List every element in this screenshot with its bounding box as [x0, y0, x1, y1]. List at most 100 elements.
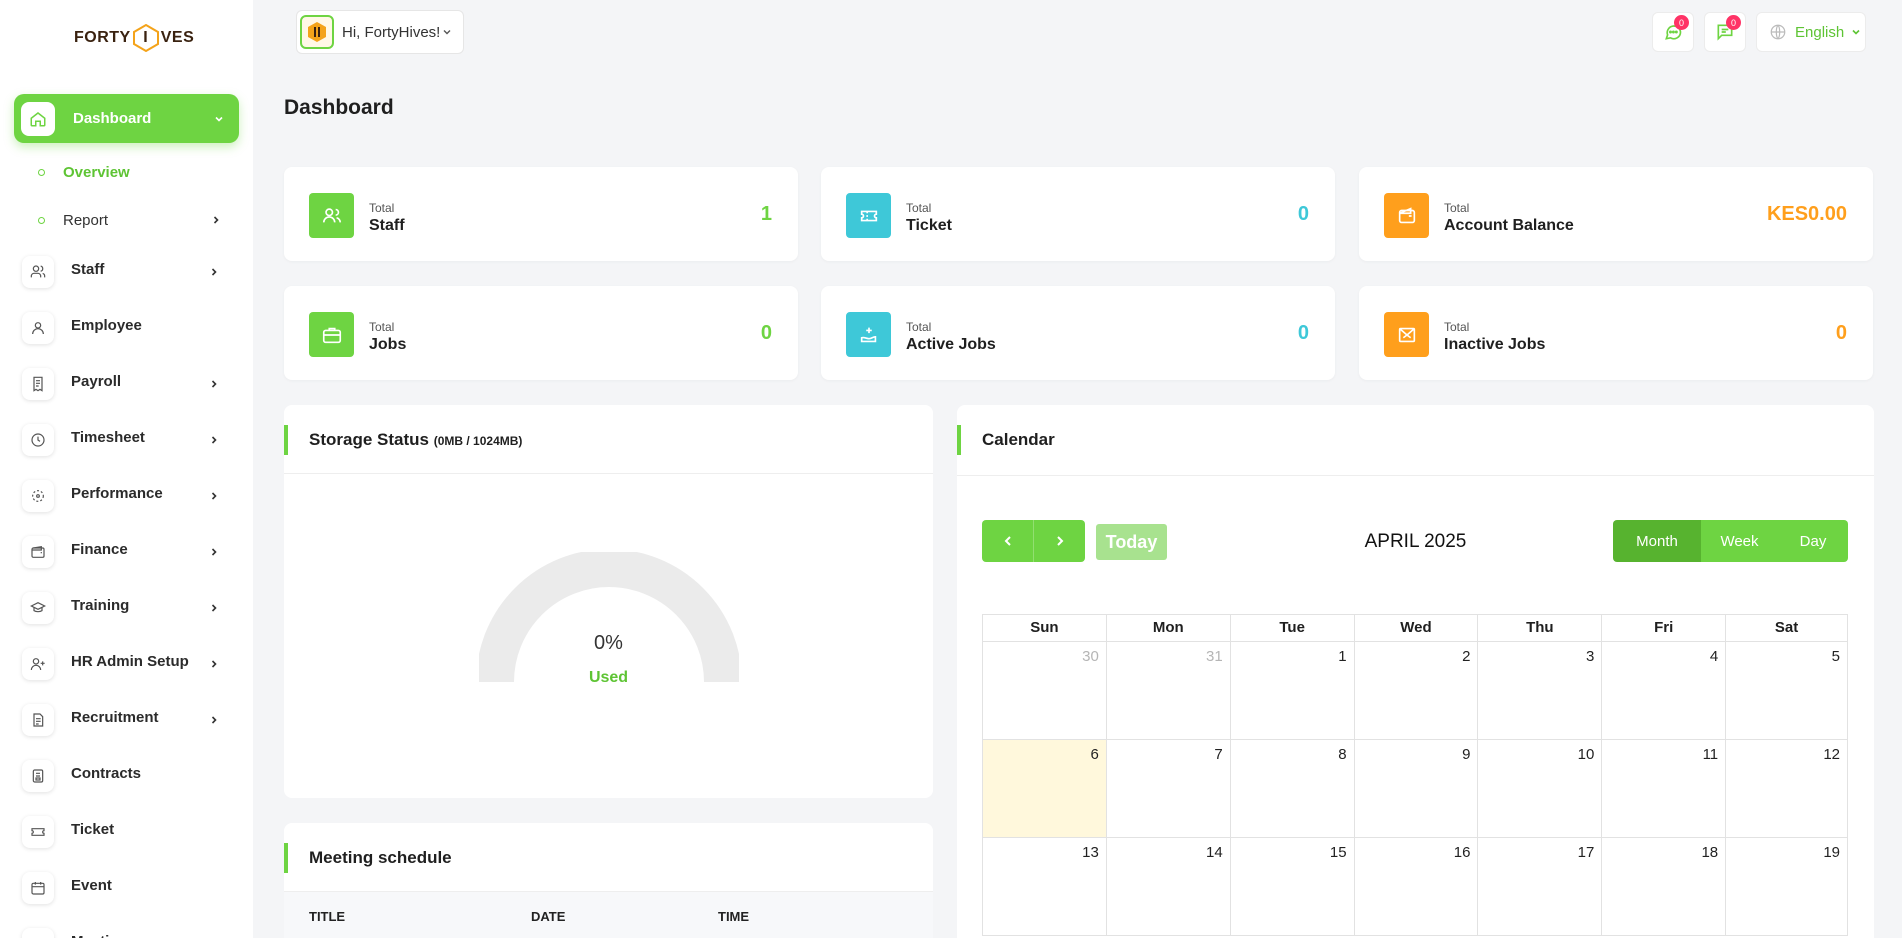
- sidebar-item-training[interactable]: Training: [22, 590, 232, 626]
- calendar-day[interactable]: 2: [1354, 642, 1479, 740]
- stat-card-ticket[interactable]: Total Ticket 0: [821, 167, 1335, 261]
- stat-card-inactive-jobs[interactable]: Total Inactive Jobs 0: [1359, 286, 1873, 380]
- stat-card-staff[interactable]: Total Staff 1: [284, 167, 798, 261]
- stat-value: 1: [760, 203, 772, 225]
- calendar-day[interactable]: 10: [1478, 740, 1603, 838]
- calendar-day[interactable]: 19: [1726, 838, 1849, 936]
- brand-logo[interactable]: FORTY I VES: [74, 20, 194, 56]
- calendar-weekday-row: Sun Mon Tue Wed Thu Fri Sat: [983, 615, 1849, 642]
- view-week-button[interactable]: Week: [1701, 520, 1778, 562]
- stat-icon: [309, 193, 354, 238]
- calendar-view-switcher: Month Week Day: [1613, 520, 1848, 562]
- column-header-date: DATE: [531, 909, 566, 924]
- panel-title: Calendar: [982, 430, 1055, 449]
- chevron-right-icon: [208, 378, 220, 390]
- chat-button[interactable]: 0: [1652, 12, 1694, 52]
- sidebar-item-hr-admin-setup[interactable]: HR Admin Setup: [22, 646, 232, 682]
- sidebar-subitem-label: Report: [63, 211, 109, 229]
- sidebar-item-performance[interactable]: Performance: [22, 478, 232, 514]
- sidebar-item-recruitment[interactable]: Recruitment: [22, 702, 232, 738]
- messages-button[interactable]: 0: [1704, 12, 1746, 52]
- chevron-right-icon: [208, 658, 220, 670]
- calendar-day[interactable]: 4: [1602, 642, 1727, 740]
- panel-header: Calendar: [957, 405, 1874, 476]
- calendar-icon: [22, 872, 54, 904]
- stat-card-active-jobs[interactable]: Total Active Jobs 0: [821, 286, 1335, 380]
- avatar: [300, 15, 334, 49]
- weekday-header: Tue: [1230, 615, 1355, 642]
- sidebar-item-meeting[interactable]: Meeting: [22, 926, 232, 938]
- calendar-day[interactable]: 17: [1478, 838, 1603, 936]
- calendar-day[interactable]: 3: [1478, 642, 1603, 740]
- stat-label: Active Jobs: [906, 336, 996, 353]
- language-selector[interactable]: English: [1756, 12, 1866, 52]
- stat-label: Ticket: [906, 217, 952, 234]
- performance-icon: [22, 480, 54, 512]
- day-number: 16: [1453, 844, 1471, 861]
- day-number: 31: [1206, 648, 1223, 665]
- stat-value: 0: [1297, 322, 1309, 344]
- calendar-day[interactable]: 9: [1354, 740, 1479, 838]
- sidebar-item-ticket[interactable]: Ticket: [22, 814, 232, 850]
- calendar-day[interactable]: 7: [1106, 740, 1231, 838]
- day-number: 12: [1823, 746, 1841, 763]
- calendar-week-row: 30 31 1 2 3 4 5: [983, 642, 1849, 740]
- sidebar-item-event[interactable]: Event: [22, 870, 232, 906]
- calendar-day-today[interactable]: 6: [983, 740, 1107, 838]
- globe-icon: [1770, 24, 1786, 40]
- calendar-day[interactable]: 12: [1726, 740, 1849, 838]
- storage-subtitle: (0MB / 1024MB): [433, 434, 523, 448]
- calendar-day[interactable]: 30: [983, 642, 1107, 740]
- sidebar-item-payroll[interactable]: Payroll: [22, 366, 232, 402]
- sidebar-item-contracts[interactable]: Contracts: [22, 758, 232, 794]
- calendar-day[interactable]: 5: [1726, 642, 1849, 740]
- sidebar-item-employee[interactable]: Employee: [22, 310, 232, 346]
- sidebar-item-dashboard[interactable]: Dashboard: [14, 94, 239, 143]
- logo-text-left: FORTY: [74, 29, 131, 46]
- stat-caption: Total: [906, 201, 932, 215]
- panel-header: Meeting schedule: [284, 823, 933, 892]
- calendar-day[interactable]: 15: [1230, 838, 1355, 936]
- chevron-right-icon: [208, 434, 220, 446]
- stat-card-jobs[interactable]: Total Jobs 0: [284, 286, 798, 380]
- sidebar-item-label: Performance: [71, 484, 163, 502]
- calendar-day[interactable]: 13: [983, 838, 1107, 936]
- stat-icon: [1384, 312, 1429, 357]
- sidebar-item-label: Dashboard: [73, 110, 152, 127]
- calendar-day[interactable]: 31: [1106, 642, 1231, 740]
- weekday-header: Wed: [1354, 615, 1479, 642]
- chevron-down-icon: [441, 26, 453, 38]
- bullet-icon: [38, 216, 45, 224]
- document-icon: [22, 704, 54, 736]
- sidebar-subitem-overview[interactable]: Overview: [38, 161, 130, 183]
- calendar-day[interactable]: 14: [1106, 838, 1231, 936]
- sidebar-item-finance[interactable]: Finance: [22, 534, 232, 570]
- calendar-day[interactable]: 8: [1230, 740, 1355, 838]
- calendar-day[interactable]: 11: [1602, 740, 1727, 838]
- sidebar-item-label: Meeting: [71, 933, 232, 938]
- day-number: 9: [1462, 746, 1471, 763]
- column-header-time: TIME: [718, 909, 750, 924]
- stat-card-account-balance[interactable]: Total Account Balance KES0.00: [1359, 167, 1873, 261]
- sidebar-subitem-report[interactable]: Report: [38, 209, 228, 231]
- calendar-day[interactable]: 18: [1602, 838, 1727, 936]
- sidebar-item-timesheet[interactable]: Timesheet: [22, 422, 232, 458]
- stat-caption: Total: [1444, 320, 1470, 334]
- chevron-right-icon: [208, 266, 220, 278]
- calendar-day[interactable]: 16: [1354, 838, 1479, 936]
- sidebar-item-staff[interactable]: Staff: [22, 254, 232, 290]
- calendar-week-row: 13 14 15 16 17 18 19: [983, 838, 1849, 936]
- column-header-title: TITLE: [309, 909, 346, 924]
- view-day-button[interactable]: Day: [1778, 520, 1848, 562]
- weekday-header: Sun: [983, 615, 1107, 642]
- sidebar-item-label: Contracts: [71, 764, 142, 782]
- view-month-button[interactable]: Month: [1613, 520, 1701, 562]
- wallet-icon: [22, 536, 54, 568]
- user-menu[interactable]: Hi, FortyHives!: [296, 10, 464, 54]
- stat-caption: Total: [1444, 201, 1470, 215]
- storage-status-panel: Storage Status (0MB / 1024MB) 0% Used: [284, 405, 933, 798]
- ticket-icon: [22, 816, 54, 848]
- user-icon: [22, 312, 54, 344]
- sidebar-item-label: Ticket: [71, 820, 115, 838]
- calendar-day[interactable]: 1: [1230, 642, 1355, 740]
